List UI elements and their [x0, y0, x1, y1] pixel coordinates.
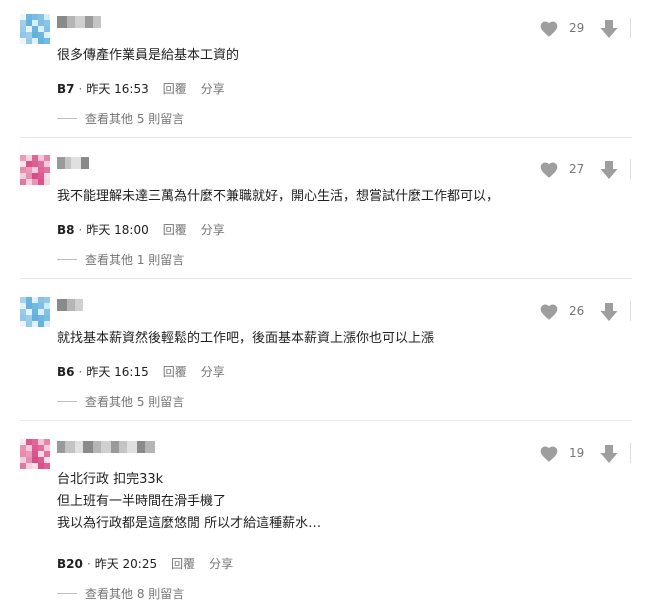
meta-separator: · — [78, 222, 83, 237]
share-button[interactable]: 分享 — [201, 363, 225, 380]
arrow-down-icon[interactable] — [600, 160, 618, 180]
username-blurred[interactable] — [57, 157, 89, 169]
floor-label[interactable]: B7 — [57, 82, 75, 96]
comment-actions: 29 — [447, 14, 647, 44]
comment-text: 就找基本薪資然後輕鬆的工作吧，後面基本薪資上漲你也可以上漲 — [57, 328, 434, 350]
comment-text: 我不能理解未達三萬為什麼不兼職就好，開心生活，想嘗試什麼工作都可以， — [57, 186, 499, 208]
heart-icon[interactable] — [539, 19, 559, 39]
username-blurred[interactable] — [57, 441, 155, 453]
floor-label[interactable]: B8 — [57, 223, 75, 237]
share-button[interactable]: 分享 — [201, 221, 225, 238]
comment-line: 很多傳產作業員是給基本工資的 — [57, 48, 240, 63]
share-button[interactable]: 分享 — [209, 555, 233, 572]
comment-line: 但上班有一半時間在滑手機了 — [57, 494, 227, 509]
arrow-down-icon[interactable] — [600, 444, 618, 464]
username-blurred[interactable] — [57, 16, 101, 28]
comment-meta: B20 · 昨天 20:25 回覆 分享 — [57, 555, 233, 572]
comment-line: 我以為行政都是這麼悠閒 所以才給這種薪水… — [57, 516, 322, 531]
like-count: 27 — [569, 162, 585, 176]
heart-icon[interactable] — [539, 160, 559, 180]
comment-divider — [20, 137, 632, 138]
reply-button[interactable]: 回覆 — [163, 80, 187, 97]
meta-separator: · — [78, 364, 83, 379]
comment-line: 我不能理解未達三萬為什麼不兼職就好，開心生活，想嘗試什麼工作都可以， — [57, 189, 500, 204]
divider — [630, 159, 631, 179]
comment-text: 很多傳產作業員是給基本工資的 — [57, 45, 239, 67]
floor-label[interactable]: B20 — [57, 557, 83, 571]
thread-line — [57, 593, 77, 594]
comment-divider — [20, 278, 632, 279]
heart-icon[interactable] — [539, 444, 559, 464]
username-blurred[interactable] — [57, 299, 83, 311]
comment-meta: B8 · 昨天 18:00 回覆 分享 — [57, 221, 225, 238]
comment-actions: 26 — [447, 297, 647, 327]
comment-line: 台北行政 扣完33k — [57, 472, 164, 487]
avatar[interactable] — [20, 14, 50, 44]
comment-divider — [20, 420, 632, 421]
avatar[interactable] — [20, 439, 50, 469]
view-more-label: 查看其他 1 則留言 — [85, 253, 185, 267]
view-more-replies[interactable]: 查看其他 5 則留言 — [57, 110, 184, 127]
meta-separator: · — [86, 556, 91, 571]
heart-icon[interactable] — [539, 302, 559, 322]
timestamp: 昨天 16:53 — [86, 82, 149, 96]
comment-line: 就找基本薪資然後輕鬆的工作吧，後面基本薪資上漲你也可以上漲 — [57, 331, 435, 346]
timestamp: 昨天 16:15 — [86, 365, 149, 379]
timestamp: 昨天 18:00 — [86, 223, 149, 237]
thread-line — [57, 118, 77, 119]
view-more-label: 查看其他 5 則留言 — [85, 395, 185, 409]
arrow-down-icon[interactable] — [600, 302, 618, 322]
comment-actions: 27 — [447, 155, 647, 185]
reply-button[interactable]: 回覆 — [163, 221, 187, 238]
divider — [630, 18, 631, 38]
like-count: 29 — [569, 21, 585, 35]
thread-line — [57, 401, 77, 402]
avatar[interactable] — [20, 155, 50, 185]
comment-meta: B7 · 昨天 16:53 回覆 分享 — [57, 80, 225, 97]
share-button[interactable]: 分享 — [201, 80, 225, 97]
view-more-replies[interactable]: 查看其他 1 則留言 — [57, 251, 184, 268]
comment-text: 台北行政 扣完33k 但上班有一半時間在滑手機了 我以為行政都是這麼悠閒 所以才… — [57, 469, 321, 535]
floor-label[interactable]: B6 — [57, 365, 75, 379]
view-more-label: 查看其他 8 則留言 — [85, 587, 185, 601]
comment-meta: B6 · 昨天 16:15 回覆 分享 — [57, 363, 225, 380]
timestamp: 昨天 20:25 — [94, 557, 158, 571]
view-more-replies[interactable]: 查看其他 5 則留言 — [57, 393, 184, 410]
divider — [630, 301, 631, 321]
divider — [630, 443, 631, 463]
view-more-replies[interactable]: 查看其他 8 則留言 — [57, 585, 184, 602]
avatar[interactable] — [20, 297, 50, 327]
like-count: 26 — [569, 304, 585, 318]
arrow-down-icon[interactable] — [600, 19, 618, 39]
reply-button[interactable]: 回覆 — [171, 555, 195, 572]
view-more-label: 查看其他 5 則留言 — [85, 112, 185, 126]
thread-line — [57, 259, 77, 260]
comment-actions: 19 — [447, 439, 647, 469]
reply-button[interactable]: 回覆 — [163, 363, 187, 380]
meta-separator: · — [78, 81, 83, 96]
like-count: 19 — [569, 446, 585, 460]
